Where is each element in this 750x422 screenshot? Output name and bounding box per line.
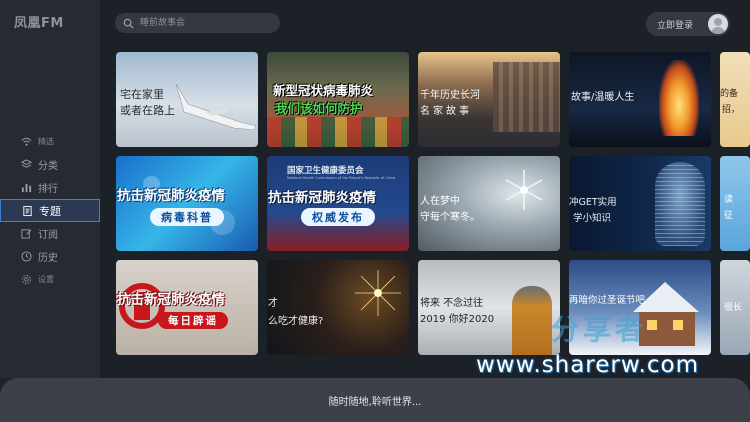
sidebar-item-settings[interactable]: 设置	[0, 268, 100, 291]
topic-card[interactable]: 新型冠状病毒肺炎 我们该如何防护	[267, 52, 409, 147]
topic-card[interactable]: 国家卫生健康委员会 National Health Commission of …	[267, 156, 409, 251]
wifi-icon	[20, 136, 32, 148]
card-subtitle: 权威发布	[312, 211, 364, 224]
gear-icon	[20, 274, 32, 286]
topic-card[interactable]: 冲GET实用 学小知识	[569, 156, 711, 251]
card-subtitle: 么吃才健康?	[268, 316, 324, 327]
topic-card[interactable]: 才 么吃才健康?	[267, 260, 409, 355]
card-title: 千年历史长河	[420, 90, 480, 101]
layers-icon	[20, 159, 32, 171]
card-title: 再暗你过圣诞节吧	[569, 295, 646, 306]
sidebar-item-label: 专题	[39, 204, 61, 218]
sidebar-item-label: 设置	[38, 275, 54, 284]
topic-card[interactable]: 人在梦中 守每个寒冬。	[418, 156, 560, 251]
watermark-url: www.sharerw.com	[476, 352, 699, 378]
card-subtitle: 守每个寒冬。	[420, 212, 480, 223]
card-title: 宅在家里	[120, 88, 164, 101]
card-tag: 权威发布	[301, 208, 375, 226]
login-label: 立即登录	[657, 20, 694, 31]
clock-icon	[20, 251, 32, 263]
edit-icon	[20, 228, 32, 240]
topic-card[interactable]: 抗击新冠肺炎疫情 病毒科普	[116, 156, 258, 251]
topic-card[interactable]: 的备 招，	[720, 52, 750, 147]
card-subtitle: 征	[724, 211, 734, 221]
sidebar-item-ranking[interactable]: 排行	[0, 176, 100, 199]
card-title: 将来 不念过往	[420, 298, 484, 309]
sidebar-nav: 精选 分类 排行 专题 订阅 历史 设置	[0, 130, 100, 291]
player-bar-text: 随时随地,聆听世界...	[328, 396, 422, 408]
sidebar: 凤凰FM 精选 分类 排行 专题 订阅 历史 设置	[0, 0, 100, 378]
sidebar-item-featured[interactable]: 精选	[0, 130, 100, 153]
sidebar-item-label: 历史	[38, 253, 58, 264]
sidebar-item-label: 订阅	[38, 230, 58, 241]
card-title: 读	[724, 195, 734, 205]
card-title: 的备	[720, 89, 739, 99]
sidebar-item-label: 排行	[38, 184, 58, 195]
card-subtitle: 或者在路上	[120, 104, 175, 117]
topic-card[interactable]: 故事/温暖人生	[569, 52, 711, 147]
search-icon	[123, 18, 134, 29]
card-subtitle: 每日辟谣	[168, 315, 218, 327]
sidebar-item-history[interactable]: 历史	[0, 245, 100, 268]
player-bar[interactable]: 随时随地,聆听世界...	[0, 378, 750, 422]
card-subtitle: 我们该如何防护	[275, 101, 363, 116]
watermark-cn: 分享者	[551, 313, 648, 346]
card-title: 故事/温暖人生	[571, 92, 635, 103]
card-subtitle: 病毒科普	[161, 211, 213, 224]
card-title: 冲GET实用	[569, 197, 617, 208]
card-tag: 病毒科普	[150, 208, 224, 226]
card-title: 新型冠状病毒肺炎	[273, 83, 374, 98]
sidebar-item-label: 分类	[38, 161, 58, 172]
card-tag: 每日辟谣	[158, 312, 228, 329]
bar-chart-icon	[20, 182, 32, 194]
login-button[interactable]: 立即登录	[646, 12, 730, 36]
card-title: 抗击新冠肺炎疫情	[268, 190, 376, 206]
card-title: 抗击新冠肺炎疫情	[117, 188, 225, 204]
card-subtitle: 名家故事	[420, 106, 472, 117]
card-subtitle: 招，	[722, 105, 741, 115]
card-title: 人在梦中	[420, 196, 460, 207]
search-input[interactable]	[138, 17, 272, 29]
avatar[interactable]	[708, 14, 728, 34]
card-title: 抗击新冠肺炎疫情	[117, 292, 225, 308]
topic-card[interactable]: 读 征	[720, 156, 750, 251]
topic-card[interactable]: 宅在家里 或者在路上	[116, 52, 258, 147]
card-top-label: 国家卫生健康委员会	[287, 166, 364, 176]
card-title: 才	[268, 298, 278, 309]
search-box[interactable]	[115, 13, 280, 33]
topic-card[interactable]: 千年历史长河 名家故事	[418, 52, 560, 147]
app-logo: 凤凰FM	[14, 16, 64, 31]
sidebar-item-label: 精选	[38, 137, 54, 146]
watermark: 分享者 www.sharerw.com	[476, 308, 746, 380]
document-icon	[21, 205, 33, 217]
sidebar-item-subscriptions[interactable]: 订阅	[0, 222, 100, 245]
topic-card[interactable]: 抗击新冠肺炎疫情 每日辟谣	[116, 260, 258, 355]
card-subtitle: 学小知识	[573, 213, 612, 224]
sidebar-item-category[interactable]: 分类	[0, 153, 100, 176]
card-top-sublabel: National Health Commission of the People…	[287, 176, 396, 180]
sidebar-item-topics[interactable]: 专题	[0, 199, 100, 222]
